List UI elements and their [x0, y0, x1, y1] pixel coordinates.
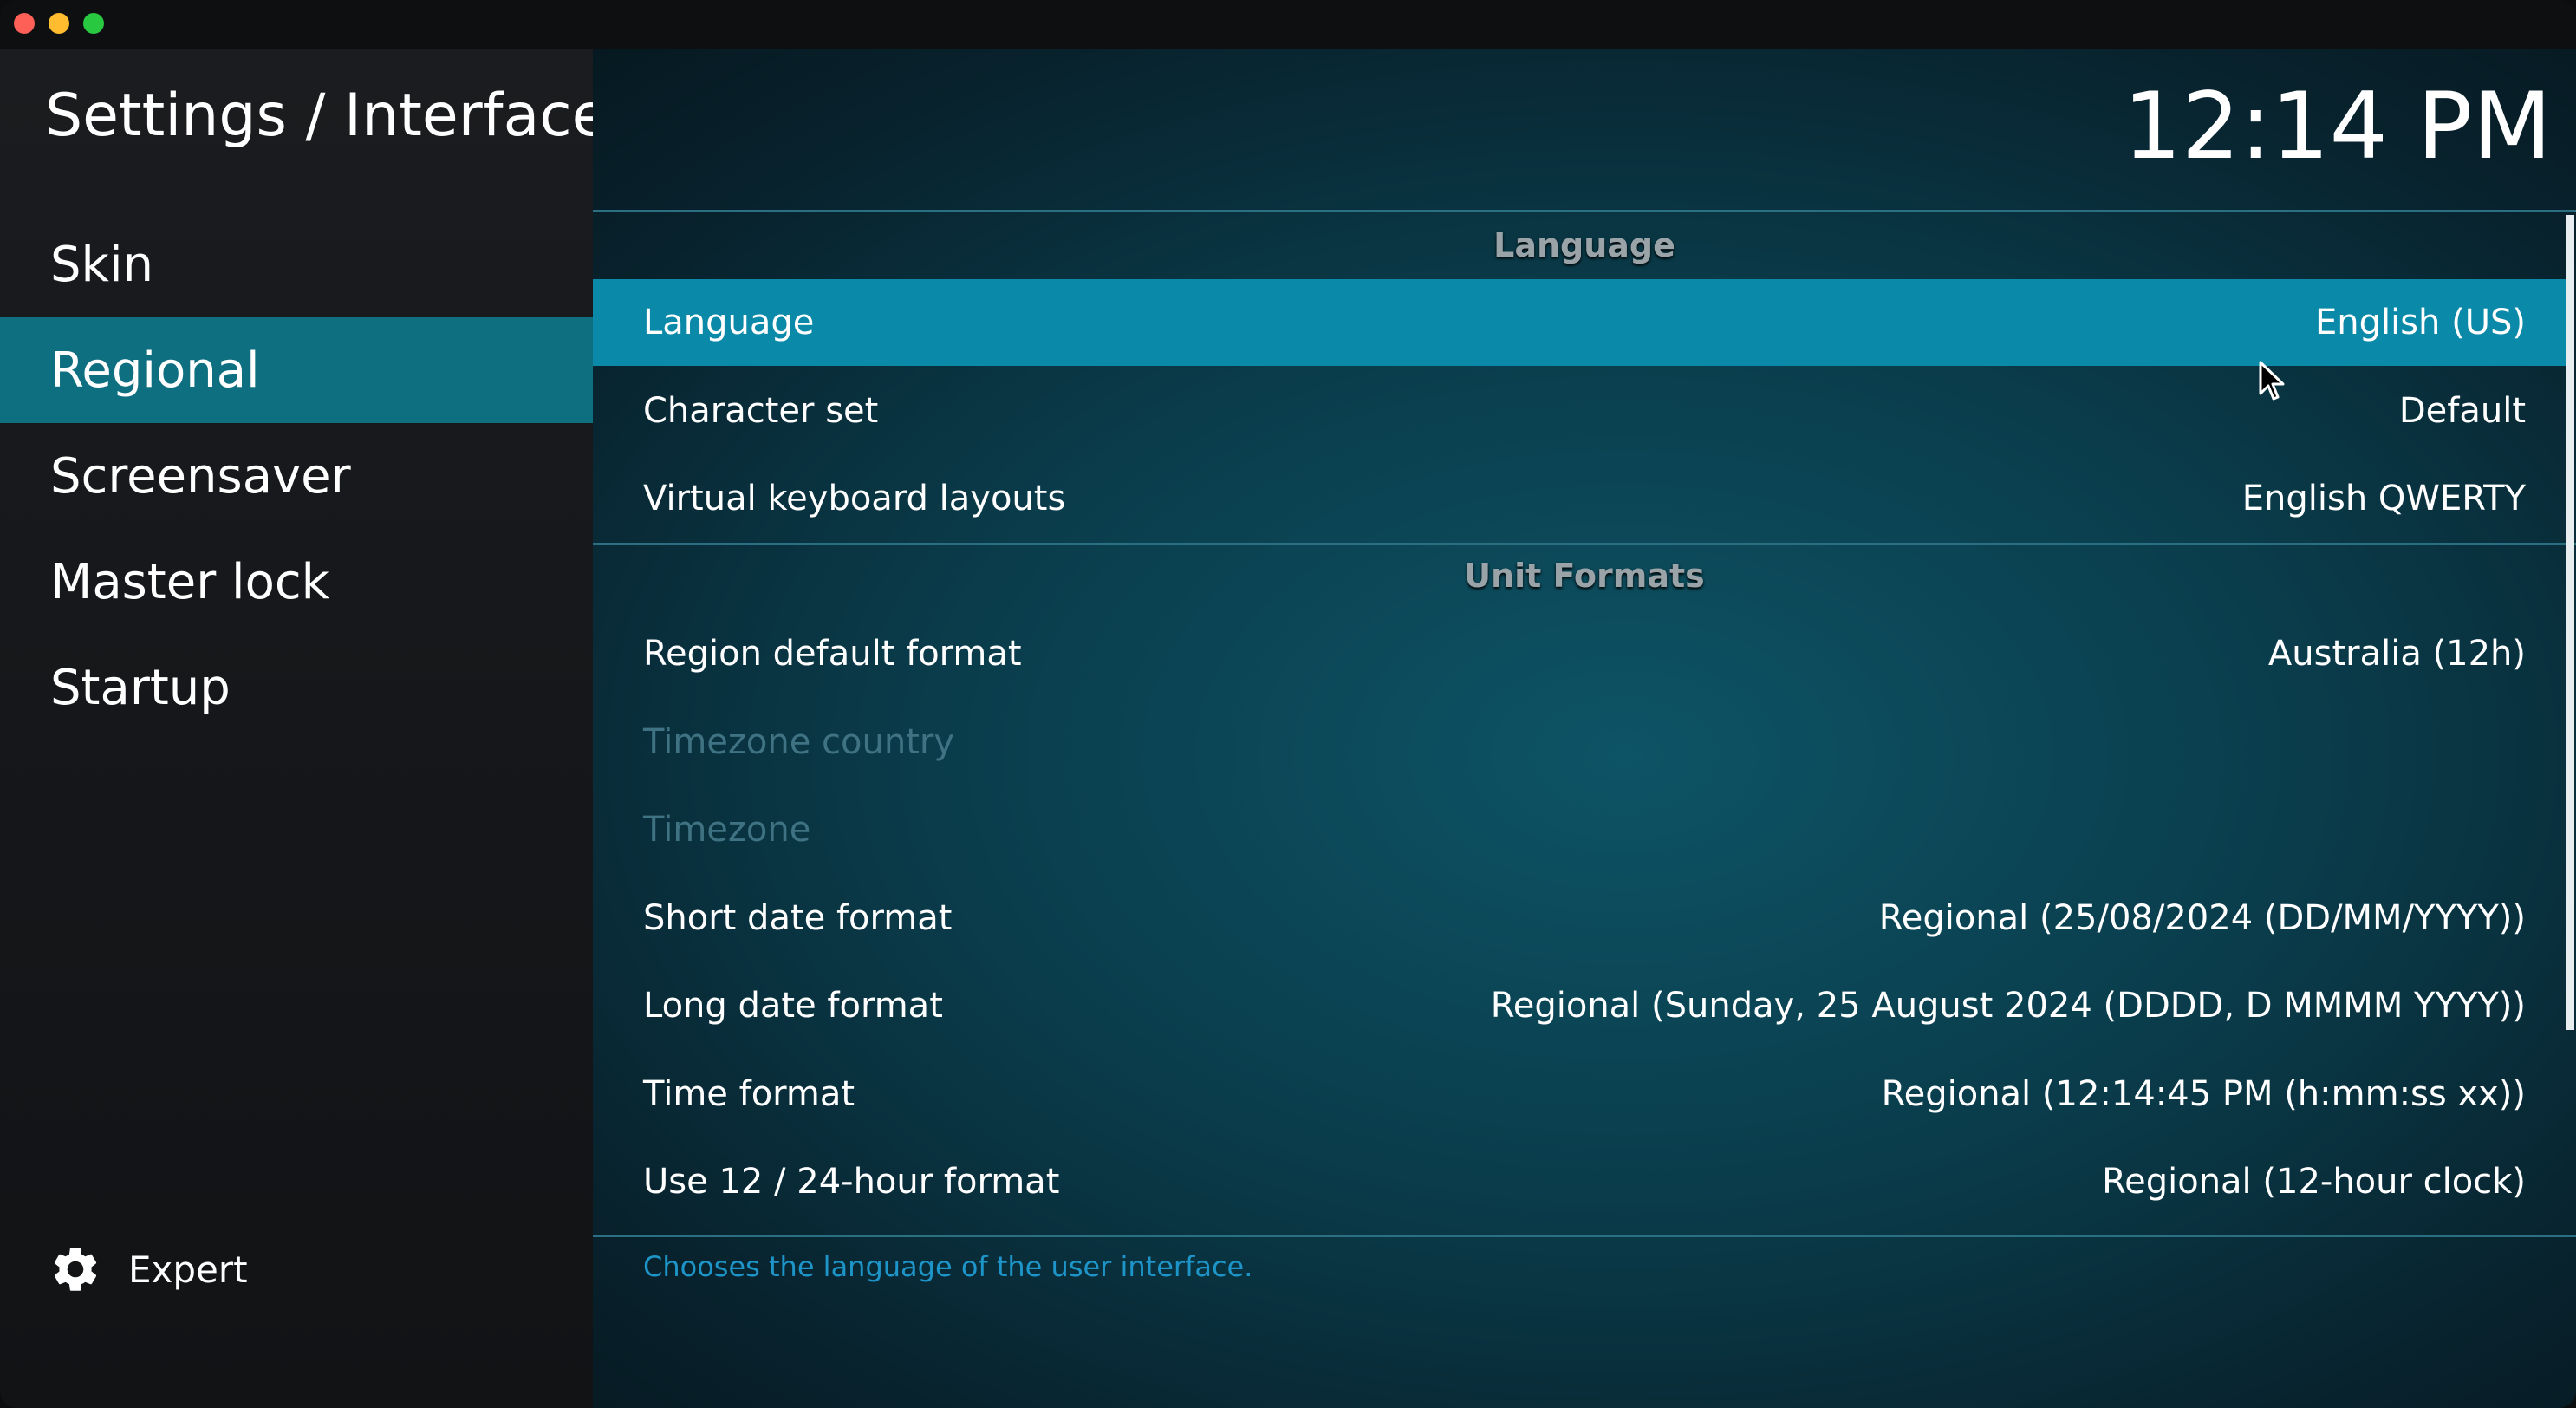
- clock: 12:14 PM: [2123, 73, 2552, 179]
- setting-value: English QWERTY: [2241, 479, 2526, 518]
- setting-label: Time format: [643, 1074, 855, 1114]
- minimize-window-button[interactable]: [49, 13, 69, 34]
- setting-label: Long date format: [643, 986, 943, 1026]
- divider: [593, 543, 2576, 545]
- setting-value: English (US): [2314, 303, 2526, 342]
- setting-label: Timezone country: [643, 722, 955, 762]
- breadcrumb: Settings / Interface: [45, 81, 608, 150]
- setting-label: Region default format: [643, 634, 1022, 674]
- setting-row-timezone: Timezone: [593, 786, 2569, 873]
- setting-value: Regional (Sunday, 25 August 2024 (DDDD, …: [1490, 986, 2526, 1026]
- title-bar: [0, 0, 2576, 49]
- setting-value: Regional (25/08/2024 (DD/MM/YYYY)): [1878, 898, 2526, 938]
- maximize-window-button[interactable]: [83, 13, 104, 34]
- setting-label: Use 12 / 24-hour format: [643, 1162, 1060, 1202]
- setting-value: Australia (12h): [2267, 634, 2526, 674]
- setting-row-virtual-keyboard-layouts[interactable]: Virtual keyboard layouts English QWERTY: [593, 455, 2569, 542]
- mouse-pointer-icon: [2259, 361, 2285, 401]
- close-window-button[interactable]: [14, 13, 35, 34]
- setting-value: Regional (12:14:45 PM (h:mm:ss xx)): [1881, 1074, 2526, 1114]
- setting-row-language[interactable]: Language English (US): [593, 279, 2569, 366]
- setting-label: Virtual keyboard layouts: [643, 479, 1066, 518]
- expert-label: Expert: [128, 1248, 248, 1291]
- setting-row-hour-format[interactable]: Use 12 / 24-hour format Regional (12-hou…: [593, 1138, 2569, 1225]
- divider: [593, 210, 2576, 212]
- sidebar-item-skin[interactable]: Skin: [0, 212, 593, 317]
- setting-value: Regional (12-hour clock): [2102, 1162, 2526, 1202]
- setting-row-timezone-country: Timezone country: [593, 699, 2569, 785]
- app-window: Settings / Interface Skin Regional Scree…: [0, 0, 2576, 1408]
- setting-label: Short date format: [643, 898, 953, 938]
- scrollbar[interactable]: [2566, 215, 2574, 1030]
- sidebar-item-regional[interactable]: Regional: [0, 317, 593, 423]
- setting-row-short-date-format[interactable]: Short date format Regional (25/08/2024 (…: [593, 875, 2569, 961]
- setting-label: Character set: [643, 391, 879, 431]
- setting-label: Timezone: [643, 810, 811, 850]
- setting-row-time-format[interactable]: Time format Regional (12:14:45 PM (h:mm:…: [593, 1051, 2569, 1137]
- sidebar-item-master-lock[interactable]: Master lock: [0, 529, 593, 635]
- setting-row-long-date-format[interactable]: Long date format Regional (Sunday, 25 Au…: [593, 962, 2569, 1049]
- setting-description: Chooses the language of the user interfa…: [643, 1250, 1253, 1283]
- settings-panel: 12:14 PM Language Language English (US) …: [593, 49, 2576, 1408]
- sidebar-item-screensaver[interactable]: Screensaver: [0, 423, 593, 529]
- expert-level-button[interactable]: Expert: [49, 1235, 248, 1304]
- sidebar: Settings / Interface Skin Regional Scree…: [0, 49, 608, 1408]
- section-header-unit-formats: Unit Formats: [1464, 557, 1705, 595]
- setting-label: Language: [643, 303, 815, 342]
- gear-icon: [54, 1248, 97, 1291]
- section-header-language: Language: [1493, 226, 1675, 264]
- sidebar-item-startup[interactable]: Startup: [0, 635, 593, 740]
- setting-value: Default: [2398, 391, 2526, 431]
- setting-row-region-default-format[interactable]: Region default format Australia (12h): [593, 610, 2569, 697]
- divider: [593, 1235, 2576, 1237]
